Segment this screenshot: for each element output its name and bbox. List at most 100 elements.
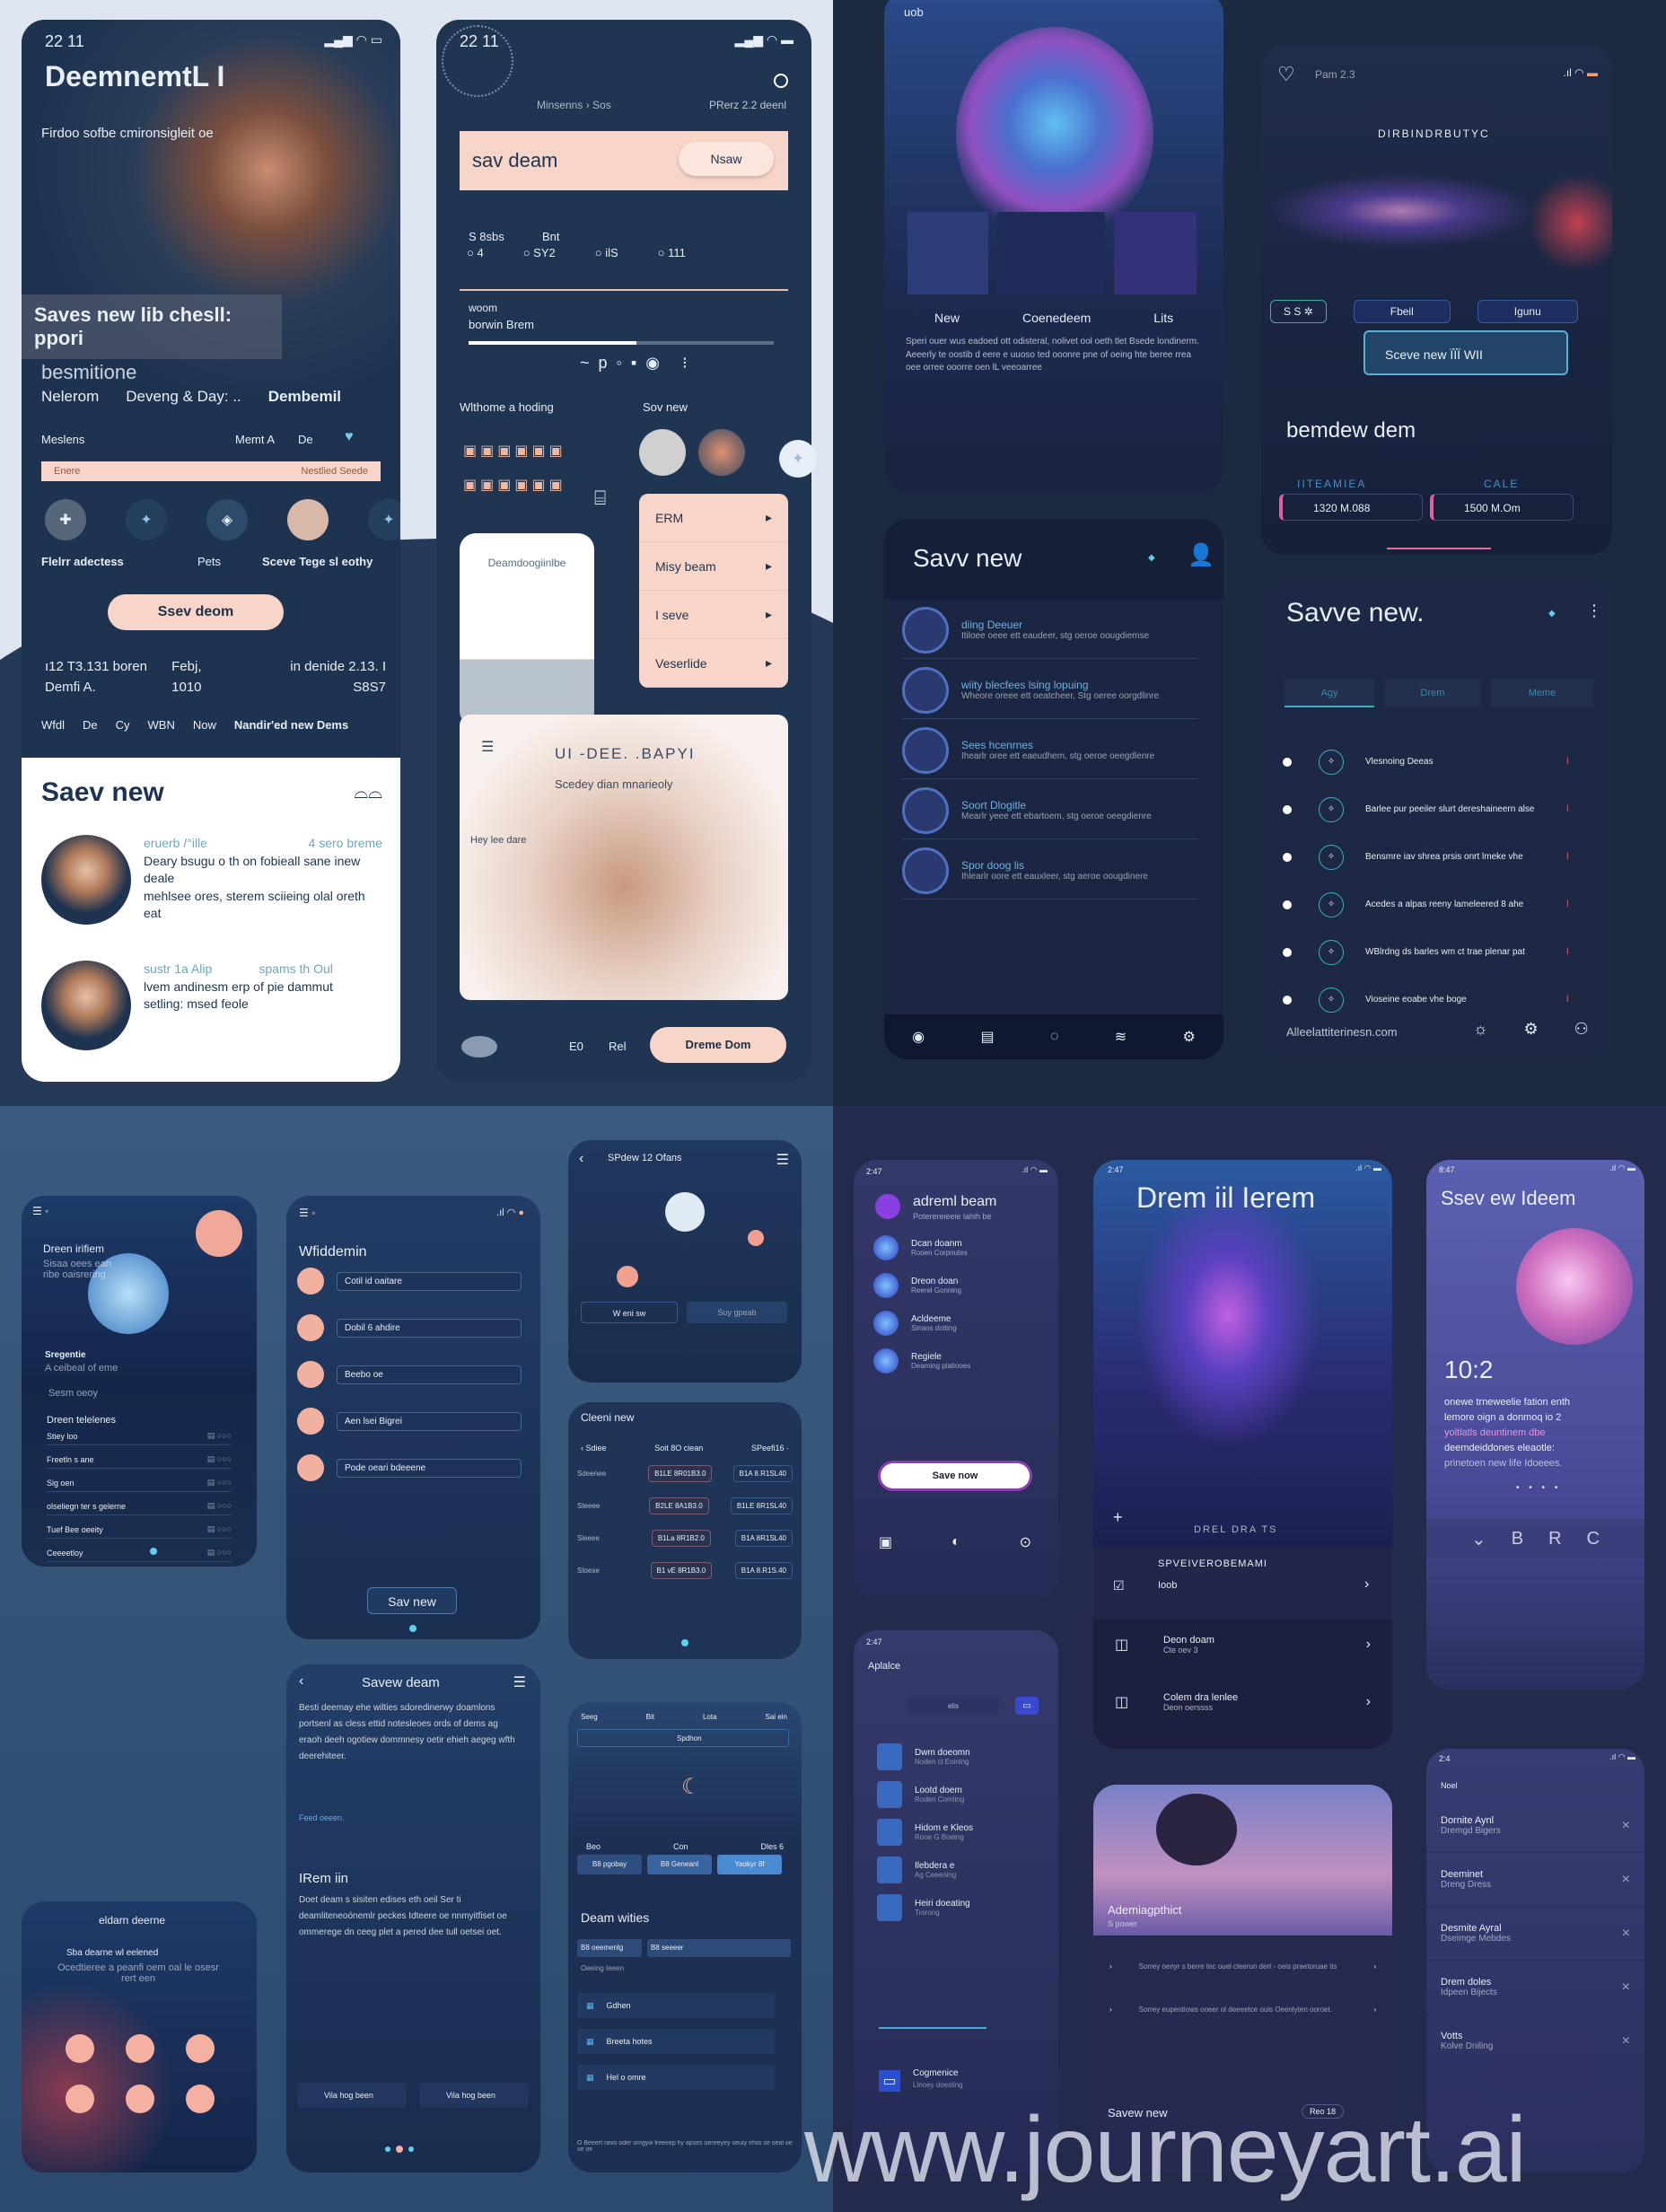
back-icon[interactable]: ‹ — [579, 1151, 583, 1167]
settings-icon[interactable]: ⚙ — [1524, 1020, 1539, 1039]
list-item[interactable]: Regiele Deaming platiooes — [873, 1348, 1044, 1374]
list-item[interactable]: Drem doles Idpeen Bijects × — [1426, 1961, 1644, 2014]
card[interactable] — [997, 212, 1105, 294]
list-item[interactable]: ✧ Vioseine eoabe vhe boge ǀ — [1283, 976, 1588, 1023]
table-row[interactable]: Sdeenee B1LE 8R01B3.0 B1A 8.R1SL40 — [577, 1462, 793, 1485]
chevron-down-icon[interactable]: ⌄ — [1471, 1528, 1486, 1550]
avatar[interactable] — [698, 429, 745, 476]
action-button[interactable]: Vila hog been — [419, 2083, 529, 2108]
dream-button[interactable]: Dreme Dom — [650, 1027, 786, 1063]
list-item[interactable]: Heiri doeating Trorong — [877, 1894, 1039, 1921]
pets-icon[interactable]: ◈ — [206, 499, 248, 540]
list-item[interactable]: Ilebdera e Ag Ceeeoing — [877, 1856, 1039, 1883]
action-button[interactable]: Suy gpeab — [687, 1302, 787, 1323]
radio[interactable]: ○ 111 — [658, 246, 686, 259]
list-item[interactable]: ✧ Acedes a alpas reeny lameleered 8 ahe … — [1283, 881, 1588, 928]
save-new-button[interactable]: Sav new — [367, 1587, 457, 1614]
menu-item[interactable]: Veserlide ▸ — [639, 639, 788, 688]
page-dot[interactable] — [681, 1639, 688, 1646]
setting-row[interactable]: olseliegn ter s gelerne ▤ ○○○ — [47, 1501, 232, 1515]
list-item[interactable]: diing Deeuer Itiloee oeee ett eaudeer, st… — [902, 601, 1198, 659]
list-item[interactable]: Pode oeari bdeeene — [297, 1454, 522, 1481]
table-row[interactable]: Sleeee B1La 8R1B2.0 B1A 8R1SL40 — [577, 1526, 793, 1549]
wifi-icon[interactable]: ≋ — [1115, 1028, 1127, 1046]
checkbox-icon[interactable]: ☑ — [1113, 1578, 1125, 1593]
chip[interactable]: Igunu — [1477, 300, 1578, 323]
cloud-icon[interactable]: ☼ — [1473, 1020, 1488, 1039]
close-icon[interactable]: × — [1622, 1979, 1630, 1996]
column-header[interactable]: Soit 8O ciean — [654, 1444, 703, 1453]
list-item[interactable]: ✧ Bensmre iav shrea prsis onrt lmeke vhe… — [1283, 833, 1588, 881]
list-item[interactable]: Cotil id oaitare — [297, 1268, 522, 1295]
heart-icon[interactable]: ♥ — [345, 429, 354, 445]
user-icon[interactable]: ⚇ — [1574, 1020, 1589, 1039]
radio[interactable]: ○ ilS — [595, 246, 618, 259]
menu-icon[interactable]: ☰ ◦ — [32, 1205, 48, 1217]
list-item[interactable]: Votts Kolve Dniling × — [1426, 2014, 1644, 2068]
list-item[interactable]: Acldeeme Sinans dotting — [873, 1311, 1044, 1336]
tab-connected[interactable]: Coenedeem — [1022, 311, 1091, 325]
list-item[interactable]: Aen lsei Bigrei — [297, 1408, 522, 1435]
hero-card[interactable]: ☰ UI -DEE. .BAPYI Scedey dian mnarieoly … — [460, 715, 788, 1000]
add-icon[interactable]: ✚ — [45, 499, 86, 540]
footer-link[interactable]: Alleelattiterinesn.com — [1286, 1025, 1398, 1039]
setting-row[interactable]: Freetln s ane ▤ ○○○ — [47, 1454, 232, 1469]
page-dots[interactable]: • • • • — [1516, 1483, 1561, 1493]
saved-item[interactable]: sustr 1a Alip spams th Oul lvem andinesm … — [41, 961, 382, 1050]
settings-row[interactable]: ◫ Deon doam Cte oev 3 › — [1093, 1627, 1392, 1663]
saved-item[interactable]: eruerb /°ille 4 sero breme Deary bsugu o … — [41, 835, 382, 925]
tab[interactable]: Lota — [703, 1713, 717, 1721]
grid-icon[interactable]: ▤ — [980, 1028, 994, 1046]
add-icon[interactable]: + — [1113, 1508, 1123, 1527]
tab[interactable]: Agy — [1285, 679, 1374, 707]
option-buttons[interactable] — [50, 2034, 230, 2113]
footer-link[interactable]: Rel — [609, 1040, 627, 1053]
chip[interactable]: Fbeil — [1353, 300, 1451, 323]
list-item[interactable]: ▦ Breeta hotes — [577, 2029, 775, 2054]
search-input[interactable]: Spdhon — [577, 1729, 789, 1747]
tab[interactable]: De — [83, 718, 98, 732]
field[interactable]: 1320 M.088 — [1279, 494, 1423, 521]
keyboard-icon[interactable]: ▭ — [1015, 1697, 1039, 1715]
chip[interactable]: S S ✲ — [1270, 300, 1327, 323]
slider[interactable] — [879, 2027, 986, 2029]
table-row[interactable]: Stoese B1 vE 8R1B3.0 B1A 8.R1S.40 — [577, 1558, 793, 1582]
menu-icon[interactable]: ☰ — [513, 1673, 526, 1691]
close-icon[interactable]: × — [1622, 1926, 1630, 1942]
new-button[interactable]: Nsaw — [679, 142, 774, 176]
contrast-icon[interactable]: ◐ — [951, 1534, 960, 1550]
list-item[interactable]: Dcan doanm Rooen Corpnutes — [873, 1235, 1044, 1260]
menu-item[interactable]: Misy beam ▸ — [639, 542, 788, 591]
chevron-right-icon[interactable]: › — [1364, 1576, 1369, 1593]
home-icon[interactable]: ◉ — [912, 1028, 925, 1046]
media-controls[interactable]: ~p◦▪◉ ⁝ — [580, 354, 697, 373]
more-icon[interactable]: ⋮ — [1586, 601, 1602, 620]
menu-icon[interactable]: ☰ — [776, 1151, 789, 1169]
key[interactable]: B — [1512, 1529, 1523, 1549]
back-icon[interactable]: ‹ — [299, 1673, 303, 1690]
tab[interactable]: Cy — [116, 718, 130, 732]
list-item[interactable]: ✧ Barlee pur peeiler slurt dereshaineern… — [1283, 786, 1588, 833]
close-icon[interactable]: × — [1622, 1872, 1630, 1888]
avatar[interactable] — [287, 499, 329, 540]
tab[interactable]: Wfdl — [41, 718, 65, 732]
center-icon[interactable]: ◌ — [1050, 1029, 1059, 1045]
save-now-button[interactable]: Save now — [881, 1463, 1030, 1488]
close-icon[interactable]: × — [1622, 2033, 1630, 2050]
list-item[interactable]: ▦ Gdhen — [577, 1993, 775, 2018]
list-item[interactable]: Dwm doeomn Noden cl Eoinlng — [877, 1743, 1039, 1770]
action-button[interactable]: Vila hog been — [297, 2083, 407, 2108]
list-item[interactable]: Deeminet Dreng Dress × — [1426, 1853, 1644, 1907]
list-item[interactable]: Dreon doan Reerel Gonning — [873, 1273, 1044, 1298]
key[interactable]: C — [1587, 1529, 1600, 1549]
sparkle-icon[interactable]: ✦ — [126, 499, 167, 540]
list-item[interactable]: Lootd doem Roden Comling — [877, 1781, 1039, 1808]
menu-icon[interactable]: ☰ — [481, 738, 494, 756]
filter-button[interactable]: B8 Geneanl — [647, 1855, 712, 1874]
settings-icon[interactable]: ⚙ — [1182, 1028, 1195, 1046]
info-bar[interactable]: Enere Nestlied Seede — [41, 461, 381, 481]
menu-item[interactable]: ERM ▸ — [639, 494, 788, 542]
list-item[interactable]: ✧ Vlesnoing Deeas ǀ — [1283, 738, 1588, 786]
list-item[interactable]: Beebo oe — [297, 1361, 522, 1388]
setting-row[interactable]: Tuef Bee oeeity ▤ ○○○ — [47, 1524, 232, 1539]
